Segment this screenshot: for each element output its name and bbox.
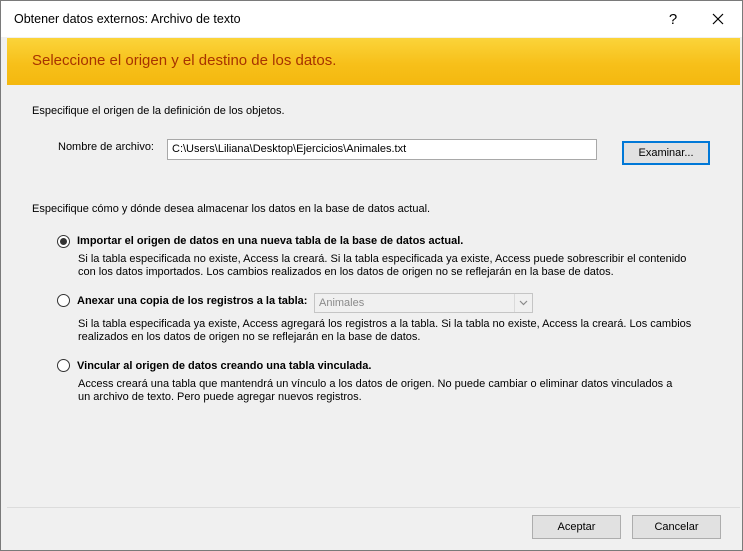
radio-link-table[interactable] <box>57 359 70 372</box>
option-append-label[interactable]: Anexar una copia de los registros a la t… <box>77 295 307 307</box>
chevron-down-icon <box>514 294 532 312</box>
option-import-desc-line: Si la tabla especificada no existe, Acce… <box>78 253 687 265</box>
header-banner: Seleccione el origen y el destino de los… <box>7 38 740 86</box>
option-import-description: Si la tabla especificada no existe, Acce… <box>78 253 686 279</box>
option-append-desc-line: Si la tabla especificada ya existe, Acce… <box>78 318 692 330</box>
radio-append-table[interactable] <box>57 294 70 307</box>
option-append-description: Si la tabla especificada ya existe, Acce… <box>78 318 691 344</box>
dialog-footer: Aceptar Cancelar <box>7 508 740 550</box>
filename-label: Nombre de archivo: <box>58 141 154 153</box>
close-icon <box>712 13 724 25</box>
cancel-button[interactable]: Cancelar <box>632 515 721 539</box>
accept-button[interactable]: Aceptar <box>532 515 621 539</box>
option-import-desc-line: con los datos importados. Los cambios re… <box>78 266 614 278</box>
help-button[interactable]: ? <box>651 1 695 37</box>
title-bar: Obtener datos externos: Archivo de texto… <box>1 1 742 37</box>
dialog-content: Especifique el origen de la definición d… <box>7 85 740 507</box>
banner-title: Seleccione el origen y el destino de los… <box>32 52 337 69</box>
option-link-label[interactable]: Vincular al origen de datos creando una … <box>77 360 371 372</box>
option-link-desc-line: un archivo de texto. Pero puede agregar … <box>78 391 362 403</box>
option-append-desc-line: realizados en los datos de origen no se … <box>78 331 421 343</box>
radio-import-new-table[interactable] <box>57 235 70 248</box>
option-import-label[interactable]: Importar el origen de datos en una nueva… <box>77 235 463 247</box>
dialog-window: Obtener datos externos: Archivo de texto… <box>0 0 743 551</box>
append-table-select[interactable]: Animales <box>314 293 533 313</box>
option-link-desc-line: Access creará una tabla que mantendrá un… <box>78 378 673 390</box>
append-table-select-value: Animales <box>319 297 365 309</box>
window-title: Obtener datos externos: Archivo de texto <box>14 12 241 26</box>
browse-button[interactable]: Examinar... <box>622 141 710 165</box>
source-section-label: Especifique el origen de la definición d… <box>32 105 285 117</box>
option-link-description: Access creará una tabla que mantendrá un… <box>78 378 672 404</box>
close-button[interactable] <box>696 1 740 37</box>
filename-input[interactable]: C:\Users\Liliana\Desktop\Ejercicios\Anim… <box>167 139 597 160</box>
destination-section-label: Especifique cómo y dónde desea almacenar… <box>32 203 431 215</box>
